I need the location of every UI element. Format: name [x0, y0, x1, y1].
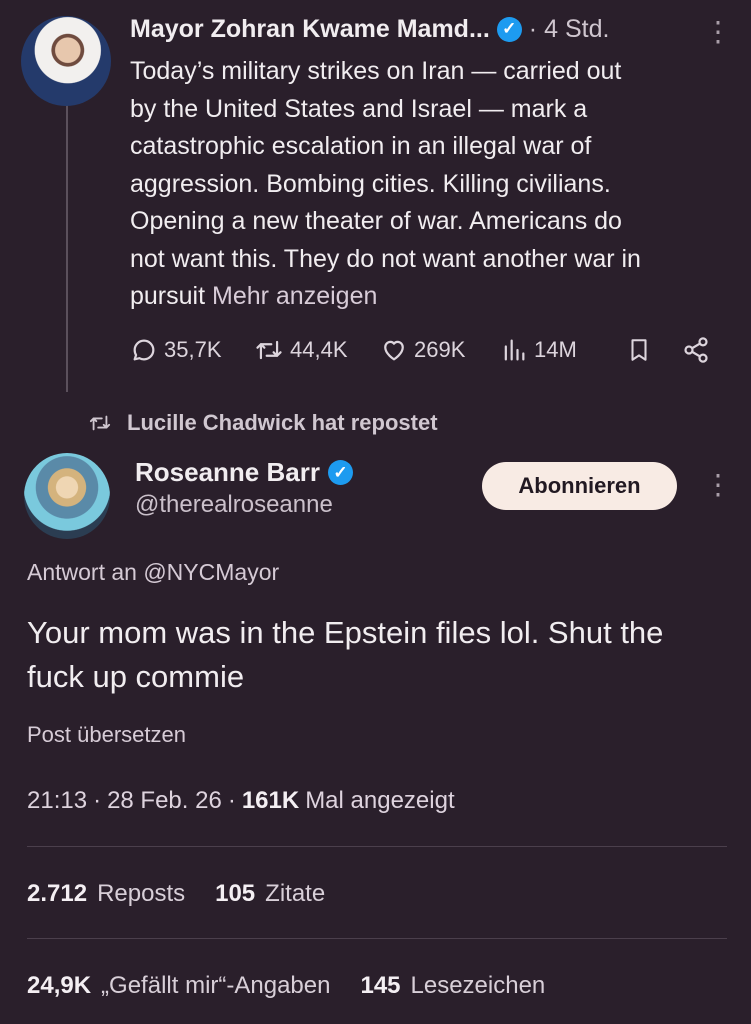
reply-author-name[interactable]: Roseanne Barr	[135, 457, 320, 488]
author-name[interactable]: Mayor Zohran Kwame Mamd...	[130, 15, 490, 44]
post-actions: 35,7K 44,4K 269K 14M	[130, 330, 720, 370]
separator-dot: ·	[528, 14, 538, 43]
post-time[interactable]: 4 Std.	[544, 15, 609, 44]
post-line: catastrophic escalation in an illegal wa…	[130, 132, 592, 160]
follow-button[interactable]: Abonnieren	[482, 462, 677, 510]
divider	[27, 938, 727, 939]
reply-text: Your mom was in the Epstein files lol. S…	[27, 615, 664, 694]
repost-count: 44,4K	[290, 337, 348, 362]
share-button[interactable]	[682, 330, 710, 370]
like-count: 269K	[414, 337, 466, 362]
post-line: Opening a new theater of war. Americans …	[130, 207, 622, 235]
views-button[interactable]: 14M	[500, 330, 577, 370]
translate-link[interactable]: Post übersetzen	[27, 722, 186, 748]
repost-banner: Lucille Chadwick hat repostet	[87, 406, 438, 440]
share-icon	[684, 337, 708, 363]
reposts-label[interactable]: Reposts	[97, 880, 185, 908]
bookmarks-count[interactable]: 145	[360, 972, 400, 1000]
thread-connector-line	[66, 100, 68, 392]
views-icon	[504, 339, 525, 361]
post-header: Mayor Zohran Kwame Mamd... ✓ · 4 Std.	[130, 12, 609, 46]
separator-dot: ·	[93, 787, 102, 814]
engagement-stats-row-1: 2.712 Reposts 105 Zitate	[27, 876, 325, 912]
reply-to-label[interactable]: Antwort an @NYCMayor	[27, 559, 279, 586]
engagement-stats-row-2: 24,9K „Gefällt mir“-Angaben 145 Lesezeic…	[27, 968, 545, 1004]
verified-badge-icon: ✓	[327, 460, 353, 485]
likes-count[interactable]: 24,9K	[27, 972, 91, 1000]
quotes-count[interactable]: 105	[215, 880, 255, 908]
repost-banner-text[interactable]: Lucille Chadwick hat repostet	[127, 410, 438, 436]
post-line: aggression. Bombing cities. Killing civi…	[130, 169, 611, 198]
view-count: 161K	[241, 787, 300, 814]
bookmark-icon	[631, 339, 647, 361]
repost-icon	[89, 415, 111, 431]
views-count: 14M	[534, 337, 577, 362]
post-time[interactable]: 21:13	[27, 787, 87, 815]
like-button[interactable]: 269K	[380, 330, 465, 370]
post-line: not want this. They do not want another …	[130, 244, 641, 273]
repost-icon	[256, 340, 282, 360]
reply-author-header: Roseanne Barr ✓	[135, 455, 353, 490]
bookmark-button[interactable]	[626, 330, 652, 370]
verified-badge-icon: ✓	[496, 16, 522, 42]
avatar-roseanne[interactable]	[24, 453, 110, 539]
likes-label[interactable]: „Gefällt mir“-Angaben	[101, 972, 330, 1000]
post-body: Today’s military strikes on Iran — carri…	[130, 53, 730, 316]
more-icon[interactable]: ⋮	[704, 471, 732, 499]
post-date[interactable]: 28 Feb. 26	[107, 787, 222, 815]
bookmarks-label[interactable]: Lesezeichen	[411, 972, 546, 1000]
reply-icon	[133, 339, 155, 361]
post-meta: 21:13 · 28 Feb. 26 · 161K Mal angezeigt	[27, 784, 455, 818]
reply-count: 35,7K	[164, 337, 222, 362]
show-more-link[interactable]: Mehr anzeigen	[212, 282, 377, 310]
divider	[27, 846, 727, 847]
avatar-mamdani[interactable]	[21, 16, 111, 106]
post-last-line: pursuit Mehr anzeigen	[130, 278, 730, 316]
repost-button[interactable]: 44,4K	[254, 330, 348, 370]
more-icon[interactable]: ⋮	[704, 18, 732, 46]
reposts-count[interactable]: 2.712	[27, 880, 87, 908]
reply-button[interactable]: 35,7K	[130, 330, 222, 370]
view-count-label: Mal angezeigt	[305, 787, 455, 814]
post-line: Today’s military strikes on Iran — carri…	[130, 57, 622, 85]
heart-icon	[384, 340, 404, 361]
quotes-label[interactable]: Zitate	[265, 880, 325, 908]
reply-author-handle[interactable]: @therealroseanne	[135, 491, 333, 519]
post-line-prefix: pursuit	[130, 282, 206, 310]
post-line: by the United States and Israel — mark a	[130, 94, 588, 123]
separator-dot: ·	[227, 787, 236, 814]
